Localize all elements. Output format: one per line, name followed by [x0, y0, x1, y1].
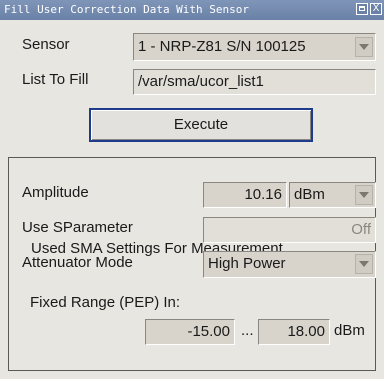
range-min-field[interactable]: -15.00: [145, 319, 235, 345]
maximize-icon[interactable]: [356, 3, 368, 15]
attenuator-dropdown[interactable]: High Power: [203, 251, 376, 278]
amplitude-unit-dropdown[interactable]: dBm: [289, 182, 376, 208]
close-icon[interactable]: X: [370, 3, 382, 15]
amplitude-unit: dBm: [294, 186, 325, 203]
sensor-label: Sensor: [22, 36, 70, 53]
amplitude-value: 10.16: [244, 186, 282, 203]
range-max-value: 18.00: [287, 323, 325, 340]
sensor-value: 1 - NRP-Z81 S/N 100125: [138, 38, 306, 55]
range-separator: ...: [241, 322, 254, 339]
list-value: /var/sma/ucor_list1: [138, 73, 264, 90]
amplitude-label: Amplitude: [22, 184, 89, 201]
range-unit: dBm: [334, 322, 365, 339]
attenuator-value: High Power: [208, 255, 286, 272]
chevron-down-icon[interactable]: [355, 185, 373, 205]
list-field[interactable]: /var/sma/ucor_list1: [133, 69, 376, 95]
sparam-label: Use SParameter: [22, 219, 133, 236]
dialog-window: Fill User Correction Data With Sensor X …: [0, 0, 384, 379]
range-max-field[interactable]: 18.00: [258, 319, 330, 345]
execute-button[interactable]: Execute: [89, 108, 313, 142]
list-label: List To Fill: [22, 71, 89, 88]
chevron-down-icon[interactable]: [355, 37, 373, 57]
window-title: Fill User Correction Data With Sensor: [4, 3, 250, 16]
chevron-down-icon[interactable]: [355, 254, 373, 274]
sparam-value: Off: [351, 221, 371, 238]
sensor-dropdown[interactable]: 1 - NRP-Z81 S/N 100125: [133, 33, 376, 61]
sparam-field[interactable]: Off: [203, 217, 376, 243]
amplitude-field[interactable]: 10.16: [203, 182, 287, 208]
title-buttons: X: [356, 3, 382, 15]
title-bar: Fill User Correction Data With Sensor X: [0, 0, 384, 20]
range-min-value: -15.00: [187, 323, 230, 340]
attenuator-label: Attenuator Mode: [22, 254, 133, 271]
range-label: Fixed Range (PEP) In:: [30, 294, 181, 311]
